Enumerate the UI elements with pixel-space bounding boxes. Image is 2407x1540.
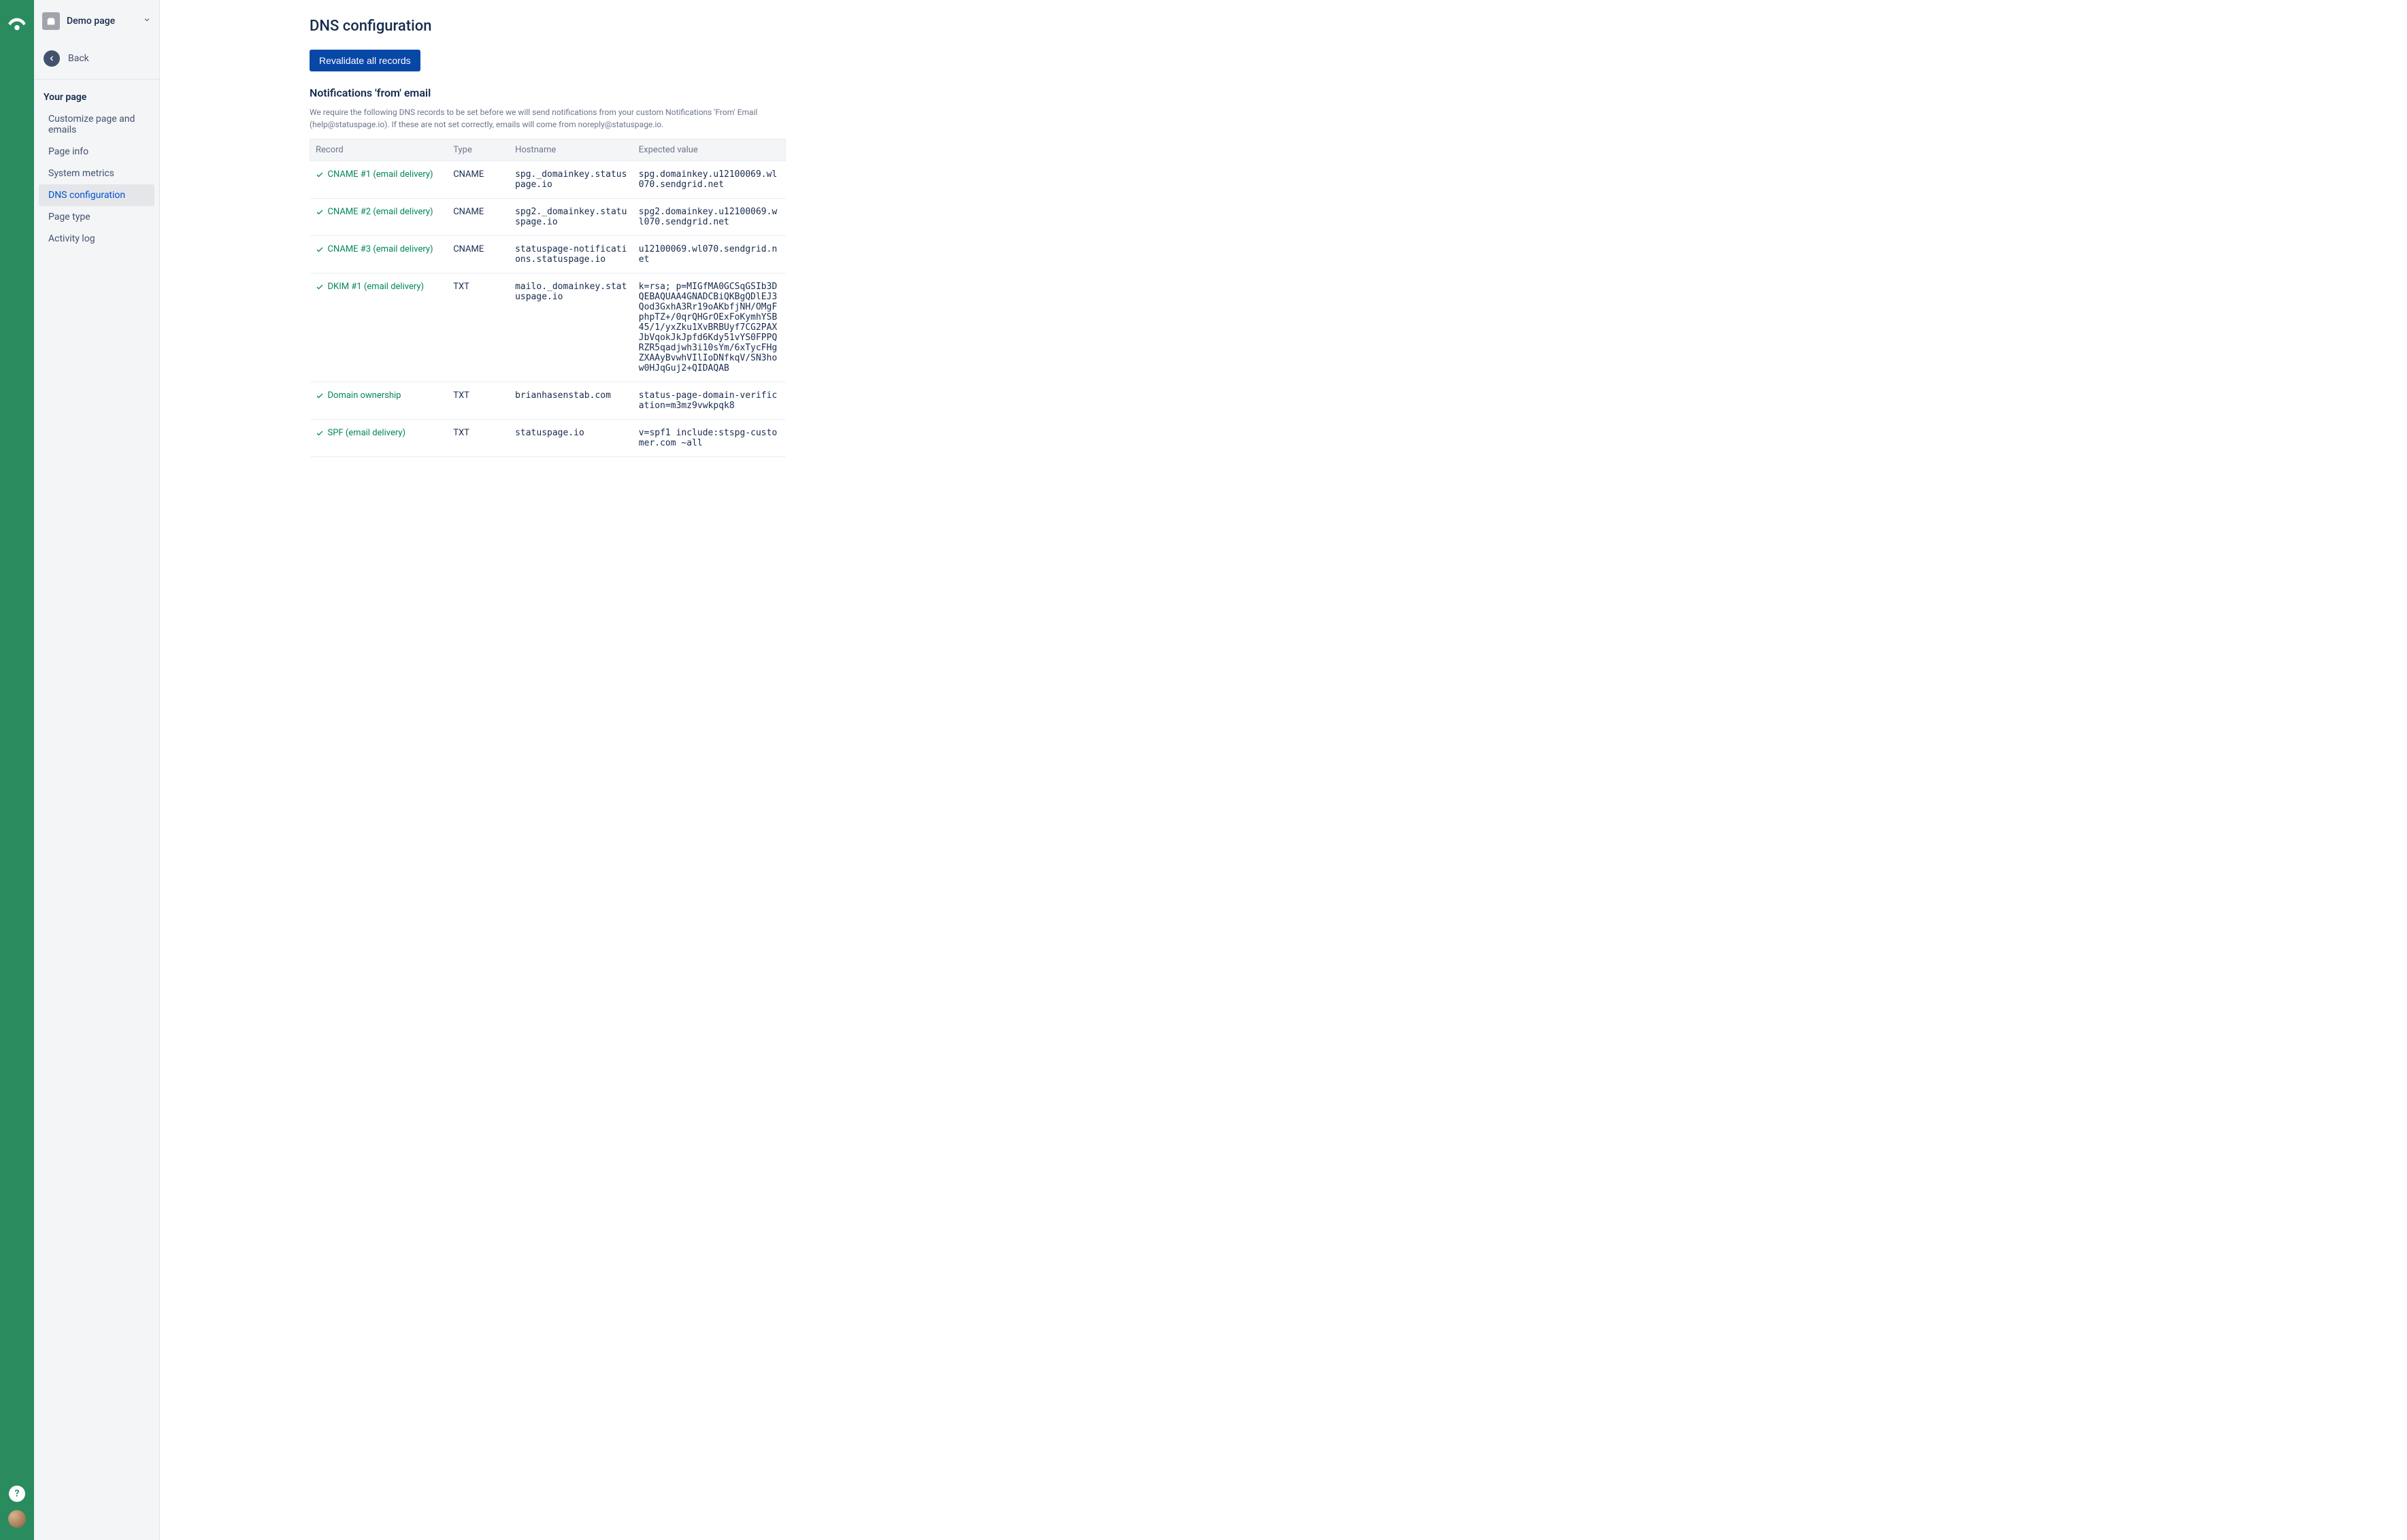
type-cell: TXT — [448, 382, 510, 420]
hostname-cell: spg2._domainkey.statuspage.io — [510, 199, 633, 236]
record-label: CNAME #3 (email delivery) — [328, 244, 433, 254]
record-cell: DKIM #1 (email delivery) — [316, 282, 443, 294]
table-row: DKIM #1 (email delivery) TXTmailo._domain… — [310, 273, 786, 382]
app-root: ? Demo page Back Your page Customize pag… — [0, 0, 2407, 1540]
table-header-row: Record Type Hostname Expected value — [310, 139, 786, 161]
page-title: DNS configuration — [310, 18, 786, 35]
th-type: Type — [448, 139, 510, 161]
project-icon — [42, 12, 60, 30]
sidebar: Demo page Back Your page Customize page … — [34, 0, 160, 1540]
back-arrow-icon — [44, 50, 60, 67]
hostname-cell: mailo._domainkey.statuspage.io — [510, 273, 633, 382]
record-cell: CNAME #2 (email delivery) — [316, 207, 443, 219]
section-title: Notifications 'from' email — [310, 86, 786, 99]
nav-item[interactable]: System metrics — [39, 163, 154, 184]
check-icon — [316, 208, 324, 219]
help-icon[interactable]: ? — [9, 1486, 25, 1502]
check-icon — [316, 392, 324, 403]
revalidate-button[interactable]: Revalidate all records — [310, 50, 420, 71]
type-cell: CNAME — [448, 199, 510, 236]
record-label: CNAME #2 (email delivery) — [328, 207, 433, 217]
expected-cell: u12100069.wl070.sendgrid.net — [633, 236, 786, 273]
nav-item[interactable]: DNS configuration — [39, 184, 154, 206]
main-content: DNS configuration Revalidate all records… — [160, 0, 2407, 1540]
back-label: Back — [68, 53, 89, 64]
hostname-cell: statuspage-notifications.statuspage.io — [510, 236, 633, 273]
check-icon — [316, 171, 324, 182]
record-cell: Domain ownership — [316, 390, 443, 403]
check-icon — [316, 283, 324, 294]
table-row: CNAME #3 (email delivery) CNAMEstatuspage… — [310, 236, 786, 273]
record-label: CNAME #1 (email delivery) — [328, 169, 433, 180]
project-name: Demo page — [67, 16, 136, 27]
type-cell: CNAME — [448, 161, 510, 199]
record-cell: SPF (email delivery) — [316, 428, 443, 440]
nav-list: Customize page and emailsPage infoSystem… — [34, 108, 159, 250]
expected-cell: spg.domainkey.u12100069.wl070.sendgrid.n… — [633, 161, 786, 199]
table-row: Domain ownership TXTbrianhasenstab.comsta… — [310, 382, 786, 420]
th-hostname: Hostname — [510, 139, 633, 161]
nav-item[interactable]: Customize page and emails — [39, 108, 154, 141]
expected-cell: status-page-domain-verification=m3mz9vwk… — [633, 382, 786, 420]
nav-item[interactable]: Activity log — [39, 228, 154, 250]
section-description: We require the following DNS records to … — [310, 106, 786, 131]
nav-heading: Your page — [34, 86, 159, 108]
record-cell: CNAME #3 (email delivery) — [316, 244, 443, 256]
record-cell: CNAME #1 (email delivery) — [316, 169, 443, 182]
chevron-down-icon — [143, 16, 151, 27]
record-label: DKIM #1 (email delivery) — [328, 282, 425, 292]
expected-cell: k=rsa; p=MIGfMA0GCSqGSIb3DQEBAQUAA4GNADC… — [633, 273, 786, 382]
hostname-cell: brianhasenstab.com — [510, 382, 633, 420]
hostname-cell: statuspage.io — [510, 420, 633, 457]
check-icon — [316, 429, 324, 440]
record-label: SPF (email delivery) — [328, 428, 406, 438]
nav-item[interactable]: Page type — [39, 206, 154, 228]
hostname-cell: spg._domainkey.statuspage.io — [510, 161, 633, 199]
th-record: Record — [310, 139, 448, 161]
check-icon — [316, 246, 324, 256]
table-row: CNAME #1 (email delivery) CNAMEspg._domai… — [310, 161, 786, 199]
back-button[interactable]: Back — [34, 42, 159, 80]
table-row: SPF (email delivery) TXTstatuspage.iov=sp… — [310, 420, 786, 457]
type-cell: TXT — [448, 420, 510, 457]
table-row: CNAME #2 (email delivery) CNAMEspg2._doma… — [310, 199, 786, 236]
statuspage-logo-icon[interactable] — [6, 14, 28, 35]
dns-table: Record Type Hostname Expected value CNAM… — [310, 139, 786, 457]
type-cell: TXT — [448, 273, 510, 382]
th-expected: Expected value — [633, 139, 786, 161]
expected-cell: v=spf1 include:stspg-customer.com ~all — [633, 420, 786, 457]
project-switcher[interactable]: Demo page — [34, 0, 159, 42]
type-cell: CNAME — [448, 236, 510, 273]
global-rail: ? — [0, 0, 34, 1540]
user-avatar[interactable] — [8, 1510, 26, 1528]
expected-cell: spg2.domainkey.u12100069.wl070.sendgrid.… — [633, 199, 786, 236]
record-label: Domain ownership — [328, 390, 401, 401]
nav-item[interactable]: Page info — [39, 141, 154, 163]
